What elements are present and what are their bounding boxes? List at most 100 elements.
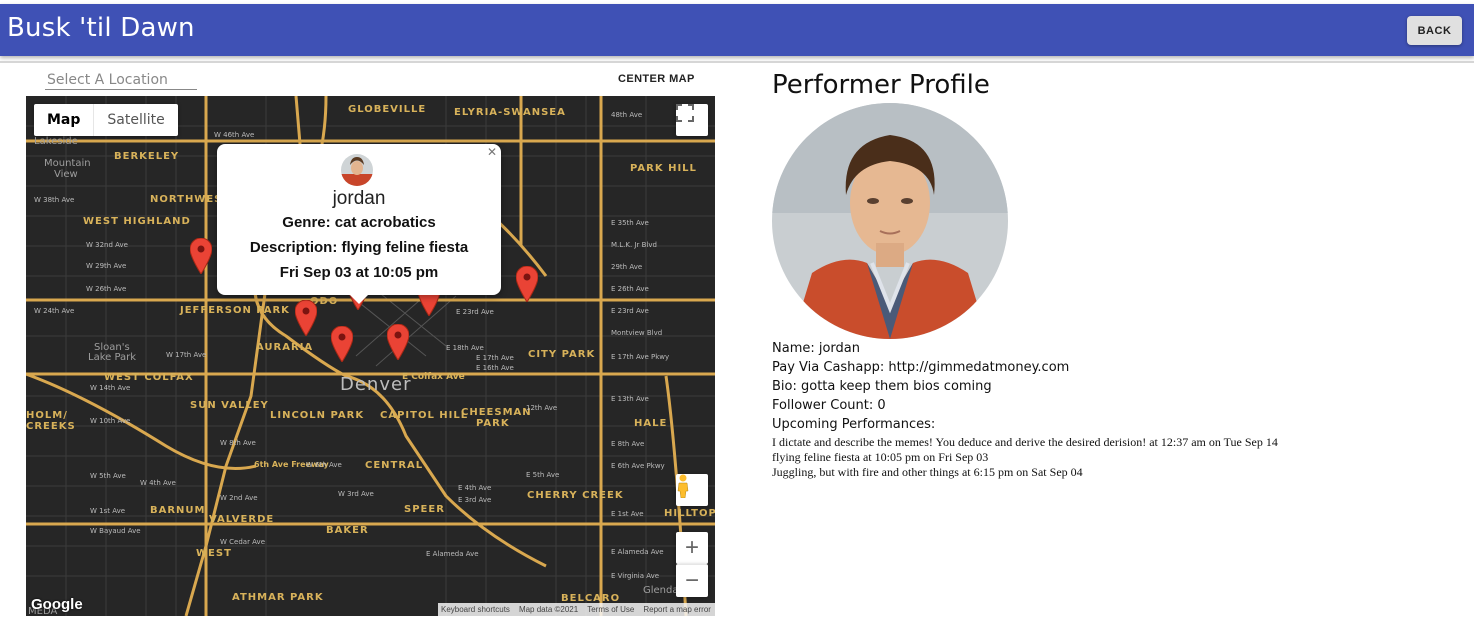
place-label: Mountain [44,158,91,169]
performance-item: Juggling, but with fire and other things… [772,465,1083,479]
street-label: W 32nd Ave [86,241,128,249]
map-marker[interactable] [387,324,409,360]
performance-item: flying feline fiesta at 10:05 pm on Fri … [772,450,989,464]
info-performer-name: jordan [332,188,386,209]
map-label: BERKELEY [114,151,180,162]
street-label: W 8th Ave [220,439,256,447]
map-label: WEST COLFAX [104,372,194,383]
info-genre: Genre: cat acrobatics [282,214,436,231]
map-label: HALE [634,418,668,429]
street-label: W 6th Ave [306,461,342,469]
street-label: Montview Blvd [611,329,663,337]
zoom-out-button[interactable]: − [676,564,708,597]
street-label: E 13th Ave [611,395,649,403]
map-view[interactable]: GLOBEVILLE ELYRIA-SWANSEA BERKELEY PARK … [26,96,715,616]
zoom-in-button[interactable]: + [676,532,708,564]
street-label: E 23rd Ave [456,308,494,316]
map-marker[interactable] [331,326,353,362]
minus-icon: − [684,567,699,594]
profile-title: Performer Profile [772,70,990,100]
street-label: E 16th Ave [476,364,514,372]
map-type-map-button[interactable]: Map [34,104,95,136]
profile-follower-count: Follower Count: 0 [772,398,886,413]
map-label: CENTRAL [365,460,424,471]
info-datetime: Fri Sep 03 at 10:05 pm [279,264,439,281]
map-label: CAPITOL HILL [380,410,469,421]
street-label: W 2nd Ave [220,494,258,502]
street-label: 29th Ave [611,263,643,271]
street-label: E 17th Ave [476,354,514,362]
upcoming-performances-label: Upcoming Performances: [772,417,936,432]
keyboard-shortcuts-link[interactable]: Keyboard shortcuts [441,605,510,614]
profile-bio: Bio: gotta keep them bios coming [772,379,992,394]
center-map-button[interactable]: CENTER MAP [612,72,701,86]
map-label: BARNUM [150,505,206,516]
map-label: PARK [476,418,510,429]
map-label: GLOBEVILLE [348,104,427,115]
report-error-link[interactable]: Report a map error [643,605,711,614]
plus-icon: + [684,534,699,561]
terms-link[interactable]: Terms of Use [587,605,634,614]
street-label: E Alameda Ave [426,550,479,558]
street-label: E 4th Ave [458,484,492,492]
street-label: W 10th Ave [90,417,131,425]
performance-item: I dictate and describe the memes! You de… [772,435,1278,449]
street-label: W 24th Ave [34,307,75,315]
street-label: W 5th Ave [90,472,126,480]
map-label: JEFFERSON PARK [180,305,290,316]
google-logo: Google [31,596,83,613]
street-label: 12th Ave [526,404,558,412]
street-label: E 17th Ave Pkwy [611,353,670,361]
map-label: ATHMAR PARK [232,592,324,603]
street-label: W 4th Ave [140,479,176,487]
performer-avatar-small [341,154,373,186]
street-label: E 26th Ave [611,285,649,293]
map-marker[interactable] [516,266,538,302]
street-label: E 8th Ave [611,440,645,448]
street-label: W 29th Ave [86,262,127,270]
close-icon[interactable]: ✕ [487,145,497,159]
street-label: E 3rd Ave [458,496,492,504]
profile-name: Name: jordan [772,341,861,356]
place-label: Lake Park [88,352,137,363]
fullscreen-icon [676,104,694,122]
map-label: WEST HIGHLAND [83,216,191,227]
street-label: E 1st Ave [611,510,644,518]
place-label: Lakeside [34,136,78,147]
info-description: Description: flying feline fiesta [249,239,469,256]
location-select-input[interactable] [45,70,197,90]
map-label: ELYRIA-SWANSEA [454,107,566,118]
map-label: LINCOLN PARK [270,410,365,421]
fullscreen-button[interactable] [676,104,708,136]
street-view-button[interactable] [676,474,708,506]
pegman-icon [677,474,689,498]
street-label: W 14th Ave [90,384,131,392]
street-label: E 23rd Ave [611,307,649,315]
street-label: W Bayaud Ave [90,527,141,535]
street-label: 48th Ave [611,111,643,119]
map-data-label: Map data ©2021 [518,605,579,614]
info-window: ✕ jordan Genre: cat acrobatics Descripti… [217,144,501,304]
map-type-satellite-button[interactable]: Satellite [94,104,177,136]
map-label: WEST [196,548,232,559]
divider [0,61,1474,63]
map-label: VALVERDE [209,514,275,525]
street-label: W 17th Ave [166,351,207,359]
map-label: CITY PARK [528,349,596,360]
street-label: W 46th Ave [214,131,255,139]
back-button[interactable]: BACK [1407,16,1462,45]
map-label: HOLM/ [26,410,68,421]
map-label: CHERRY CREEK [527,490,624,501]
map-label: PARK HILL [630,163,697,174]
place-label: View [54,169,78,180]
map-marker[interactable] [190,238,212,274]
profile-photo [772,103,1008,339]
street-label: E Virginia Ave [611,572,660,580]
street-label: W 3rd Ave [338,490,374,498]
street-label: M.L.K. Jr Blvd [611,241,657,249]
map-label: CREEKS [26,421,76,432]
map-marker[interactable] [295,300,317,336]
map-label: SUN VALLEY [190,400,269,411]
street-label: W Cedar Ave [220,538,266,546]
street-label: E Colfax Ave [402,372,465,382]
